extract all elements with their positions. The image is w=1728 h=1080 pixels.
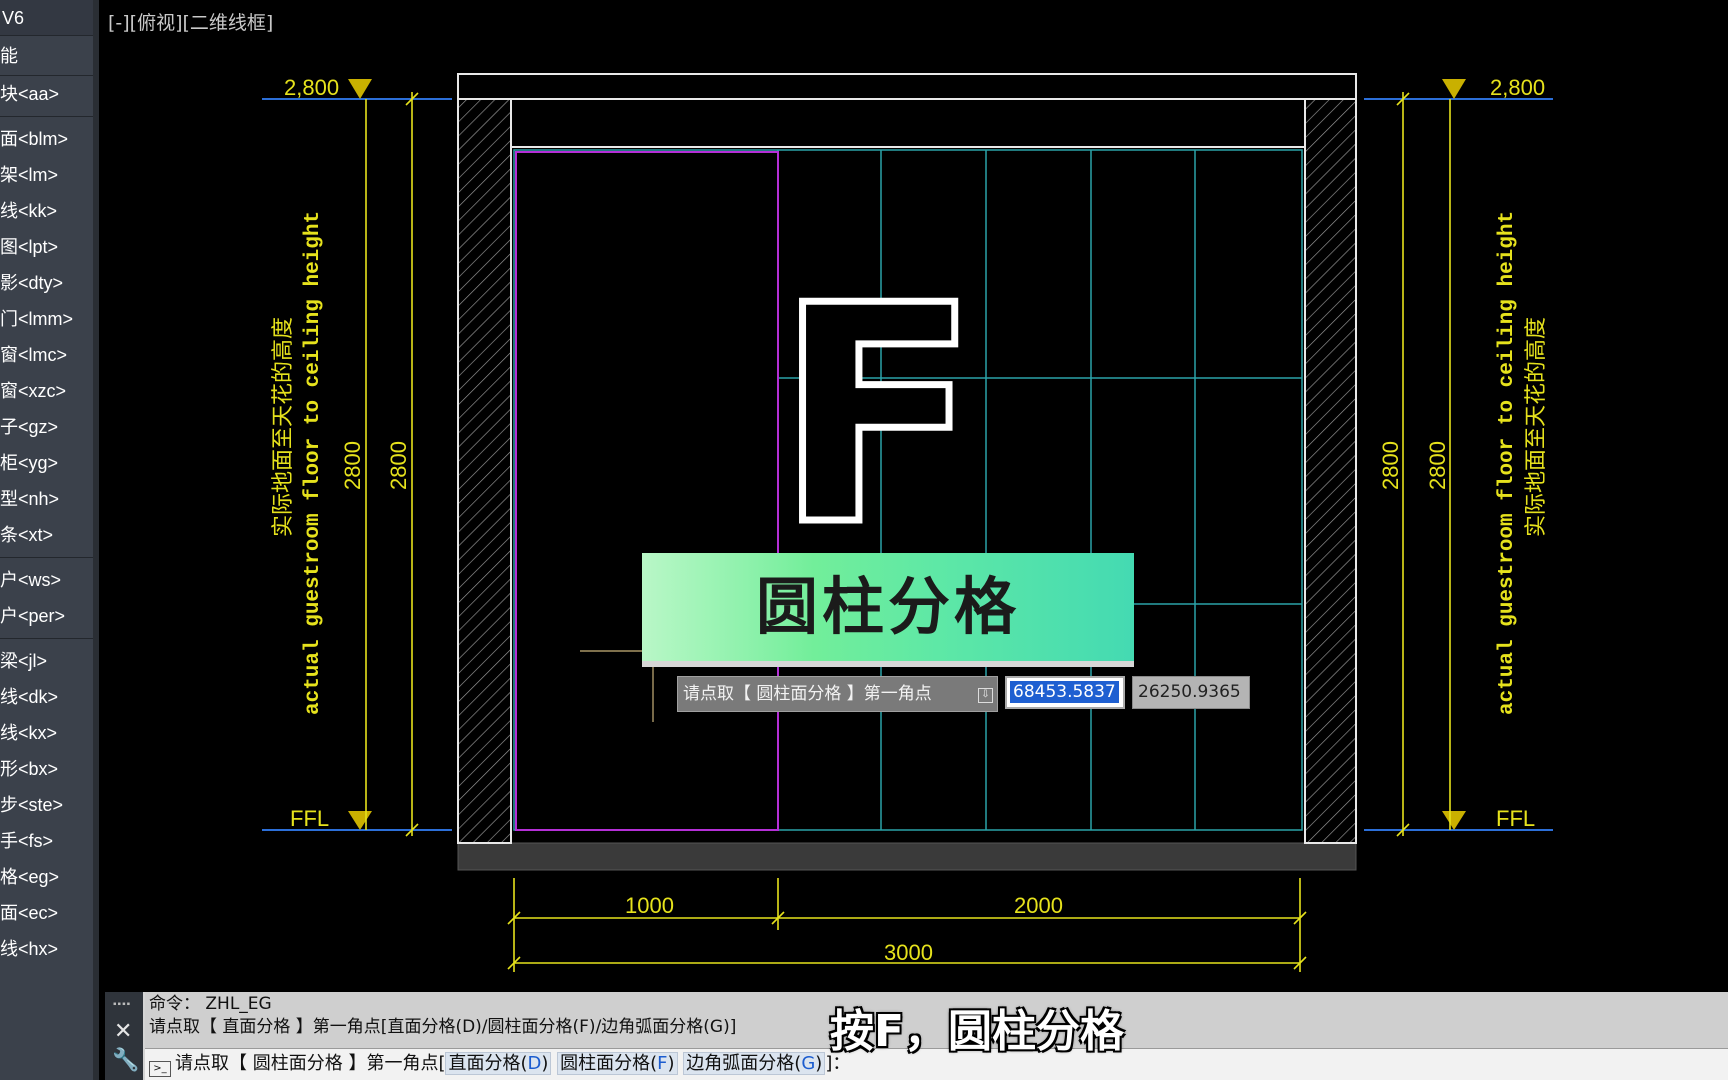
- sidebar-item[interactable]: 能: [0, 36, 93, 76]
- right-wall: [1304, 98, 1357, 844]
- level-label-bottom-left: FFL: [290, 806, 329, 831]
- dim-width-2000: 2000: [1014, 893, 1063, 918]
- sidebar-item[interactable]: 架<lm>: [0, 157, 93, 193]
- download-icon[interactable]: ⇩: [978, 688, 993, 703]
- video-subtitle: 按F，圆柱分格: [830, 1006, 1125, 1057]
- left-wall: [457, 98, 512, 844]
- sidebar-item[interactable]: 型<nh>: [0, 481, 93, 517]
- cad-drawing-canvas[interactable]: 2,800 FFL 2,800 FFL 2800 2800 2800 2800 …: [100, 0, 1728, 990]
- floor-slab: [457, 842, 1357, 871]
- x-coordinate-input[interactable]: 68453.5837: [1005, 676, 1125, 709]
- sidebar-item[interactable]: 窗<xzc>: [0, 373, 93, 409]
- title-banner: 圆柱分格: [642, 553, 1134, 661]
- sidebar-item[interactable]: 梁<jl>: [0, 643, 93, 679]
- wrench-icon[interactable]: 🔧: [112, 1047, 139, 1073]
- annotation-cn-right: 实际地面至天花的高度: [1524, 317, 1549, 537]
- y-coordinate-input[interactable]: 26250.9365: [1132, 676, 1250, 709]
- close-icon[interactable]: ✕: [114, 1018, 132, 1044]
- grip-icon[interactable]: ▪▪▪▪: [113, 999, 131, 1010]
- terminal-icon[interactable]: >_: [149, 1061, 171, 1077]
- sidebar-item[interactable]: 步<ste>: [0, 787, 93, 823]
- x-coordinate-value[interactable]: 68453.5837: [1010, 681, 1119, 703]
- sidebar-item[interactable]: 线<kx>: [0, 715, 93, 751]
- sidebar-item[interactable]: 子<gz>: [0, 409, 93, 445]
- option-flat-panel[interactable]: 直面分格(D): [445, 1052, 552, 1075]
- dim-height-right-1: 2800: [1378, 441, 1403, 490]
- sidebar-item[interactable]: 块<aa>: [0, 76, 93, 112]
- annotation-cn-left: 实际地面至天花的高度: [271, 317, 296, 537]
- sidebar-title: V6: [0, 0, 93, 36]
- sidebar-item[interactable]: 图<lpt>: [0, 229, 93, 265]
- sidebar-item[interactable]: 条<xt>: [0, 517, 93, 553]
- dynamic-input-prompt: 请点取【 圆柱面分格 】第一角点 ⇩: [677, 676, 998, 712]
- sidebar-divider: [0, 116, 93, 117]
- command-window-handle[interactable]: ▪▪▪▪ ✕ 🔧: [105, 992, 143, 1080]
- sidebar-item[interactable]: 门<lmm>: [0, 301, 93, 337]
- sidebar-item[interactable]: 窗<lmc>: [0, 337, 93, 373]
- sidebar-item[interactable]: 格<eg>: [0, 859, 93, 895]
- sidebar-item[interactable]: 面<ec>: [0, 895, 93, 931]
- sidebar-item[interactable]: 影<dty>: [0, 265, 93, 301]
- level-label-top-left: 2,800: [284, 75, 339, 100]
- sidebar-divider: [0, 638, 93, 639]
- sidebar-item[interactable]: 手<fs>: [0, 823, 93, 859]
- level-label-top-right: 2,800: [1490, 75, 1545, 100]
- level-label-bottom-right: FFL: [1496, 806, 1535, 831]
- banner-title: 圆柱分格: [755, 570, 1020, 643]
- sidebar-item[interactable]: 形<bx>: [0, 751, 93, 787]
- dim-width-1000: 1000: [625, 893, 674, 918]
- sidebar-item[interactable]: 线<dk>: [0, 679, 93, 715]
- command-prompt-prefix: 请点取【 圆柱面分格 】第一角点[: [175, 1053, 446, 1074]
- big-letter-overlay: F: [775, 242, 980, 591]
- sidebar-item[interactable]: 柜<yg>: [0, 445, 93, 481]
- sidebar-item[interactable]: 面<blm>: [0, 121, 93, 157]
- selection-rectangle: [515, 151, 779, 831]
- option-cylinder-panel[interactable]: 圆柱面分格(F): [557, 1052, 678, 1075]
- dim-height-left-1: 2800: [340, 441, 365, 490]
- sidebar-divider: [0, 557, 93, 558]
- ceiling-slab: [457, 73, 1357, 100]
- option-corner-arc-panel[interactable]: 边角弧面分格(G): [683, 1052, 826, 1075]
- dim-height-right-2: 2800: [1425, 441, 1450, 490]
- annotation-en-right: actual guestroom floor to ceiling height: [1496, 211, 1519, 715]
- dim-width-3000: 3000: [884, 940, 933, 965]
- sidebar-item[interactable]: 线<hx>: [0, 931, 93, 967]
- sidebar-item[interactable]: 户<per>: [0, 598, 93, 634]
- crosshair-cursor: [580, 650, 654, 722]
- dim-height-left-2: 2800: [386, 441, 411, 490]
- annotation-en-left: actual guestroom floor to ceiling height: [302, 211, 325, 715]
- dynamic-prompt-text: 请点取【 圆柱面分格 】第一角点: [683, 684, 932, 704]
- sidebar-item[interactable]: 线<kk>: [0, 193, 93, 229]
- tool-sidebar: V6 能 块<aa> 面<blm> 架<lm> 线<kk> 图<lpt> 影<d…: [0, 0, 99, 1080]
- sidebar-item[interactable]: 户<ws>: [0, 562, 93, 598]
